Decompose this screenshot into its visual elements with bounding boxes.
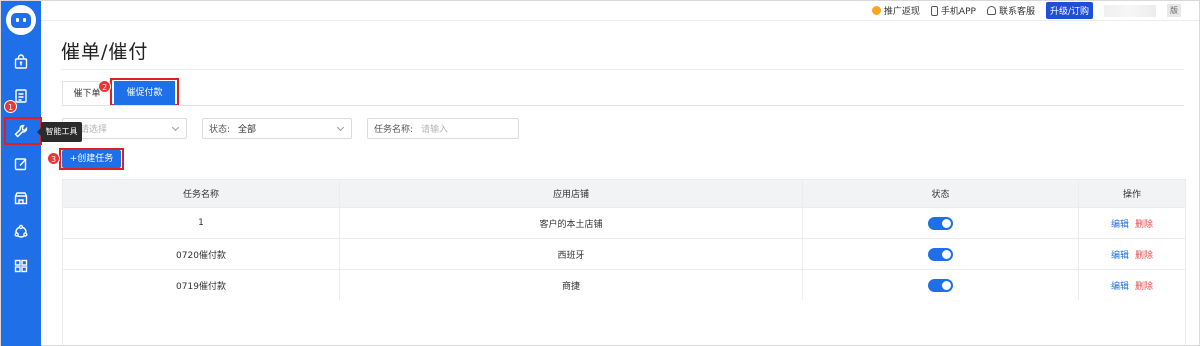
- column-header-task-name: 任务名称: [63, 180, 340, 207]
- task-name-cell: 0720催付款: [63, 239, 340, 269]
- status-select-value: 全部: [238, 125, 257, 135]
- step-badge-3: 3: [47, 152, 60, 165]
- shop-select-placeholder: 请选择: [80, 125, 108, 135]
- upgrade-button[interactable]: 升级/订购: [1045, 2, 1093, 19]
- table-row: 1 客户的本土店铺 编辑 删除: [63, 207, 1185, 238]
- promo-label: 推广返现: [883, 7, 920, 17]
- mobile-app-link[interactable]: 手机APP: [930, 4, 976, 17]
- sidebar-tooltip: 智能工具: [37, 122, 82, 142]
- status-cell: [803, 239, 1079, 269]
- status-toggle[interactable]: [928, 278, 953, 292]
- task-name-placeholder: 请输入: [421, 125, 449, 135]
- sidebar: 1: [1, 1, 42, 346]
- column-header-status: 状态: [803, 180, 1079, 207]
- status-cell: [803, 270, 1079, 300]
- table-header: 任务名称 应用店铺 状态 操作: [63, 180, 1185, 207]
- coin-icon: [871, 6, 881, 15]
- edit-link[interactable]: 编辑: [1111, 248, 1129, 261]
- title-divider: [61, 69, 1184, 70]
- status-select-label: 状态:: [209, 125, 231, 135]
- top-bar: 推广返现 手机APP 联系客服 升级/订购 版: [41, 1, 1199, 21]
- customer-service-link[interactable]: 联系客服: [986, 4, 1035, 17]
- step-badge-1: 1: [4, 100, 17, 113]
- actions-cell: 编辑 删除: [1079, 208, 1185, 238]
- app-window: 1 智能工具 推广返现 手机APP 联系客服 升级/订购 版 催单/催付 催下单…: [0, 0, 1200, 346]
- column-header-actions: 操作: [1122, 190, 1141, 200]
- chevron-down-icon: [336, 123, 345, 132]
- share-icon[interactable]: [1, 217, 41, 247]
- edit-icon[interactable]: [1, 149, 41, 179]
- phone-icon: [930, 5, 938, 16]
- task-name-cell: 0719催付款: [63, 270, 340, 300]
- actions-cell: 编辑 删除: [1079, 239, 1185, 269]
- apps-grid-icon[interactable]: [1, 251, 41, 281]
- account-name-redacted: [1104, 4, 1156, 17]
- logo-icon[interactable]: [6, 5, 36, 35]
- chevron-down-icon: [171, 123, 180, 132]
- version-tag: 版: [1167, 4, 1181, 17]
- wrench-icon[interactable]: [1, 116, 41, 146]
- task-name-label: 任务名称:: [374, 125, 414, 135]
- tab-divider: [62, 105, 1184, 106]
- status-toggle[interactable]: [928, 216, 953, 230]
- create-task-button[interactable]: +创建任务: [62, 150, 121, 168]
- task-name-cell: 1: [63, 208, 340, 238]
- page-title: 催单/催付: [61, 41, 149, 63]
- store-icon[interactable]: [1, 183, 41, 213]
- task-table: 任务名称 应用店铺 状态 操作 1 客户的本土店铺 编辑 删除 0720催付款 …: [62, 179, 1186, 346]
- shop-cell: 客户的本土店铺: [340, 208, 803, 238]
- delete-link[interactable]: 删除: [1135, 248, 1153, 261]
- mobile-app-label: 手机APP: [940, 7, 976, 17]
- status-toggle[interactable]: [928, 247, 953, 261]
- column-header-shop: 应用店铺: [340, 180, 803, 207]
- shop-cell: 商捷: [340, 270, 803, 300]
- promo-link[interactable]: 推广返现: [871, 4, 920, 17]
- task-name-field[interactable]: 任务名称: 请输入: [367, 118, 519, 139]
- headset-icon: [986, 6, 996, 15]
- step-badge-2: 2: [98, 80, 111, 93]
- status-select[interactable]: 状态: 全部: [202, 118, 352, 139]
- delete-link[interactable]: 删除: [1135, 279, 1153, 292]
- table-row: 0719催付款 商捷 编辑 删除: [63, 269, 1185, 300]
- table-row: 0720催付款 西班牙 编辑 删除: [63, 238, 1185, 269]
- customer-service-label: 联系客服: [998, 7, 1035, 17]
- edit-link[interactable]: 编辑: [1111, 279, 1129, 292]
- shop-cell: 西班牙: [340, 239, 803, 269]
- actions-cell: 编辑 删除: [1079, 270, 1185, 300]
- delete-link[interactable]: 删除: [1135, 217, 1153, 230]
- shopping-bag-icon[interactable]: [1, 47, 41, 77]
- tab-payment-reminder[interactable]: 催促付款: [114, 81, 175, 105]
- status-cell: [803, 208, 1079, 238]
- edit-link[interactable]: 编辑: [1111, 217, 1129, 230]
